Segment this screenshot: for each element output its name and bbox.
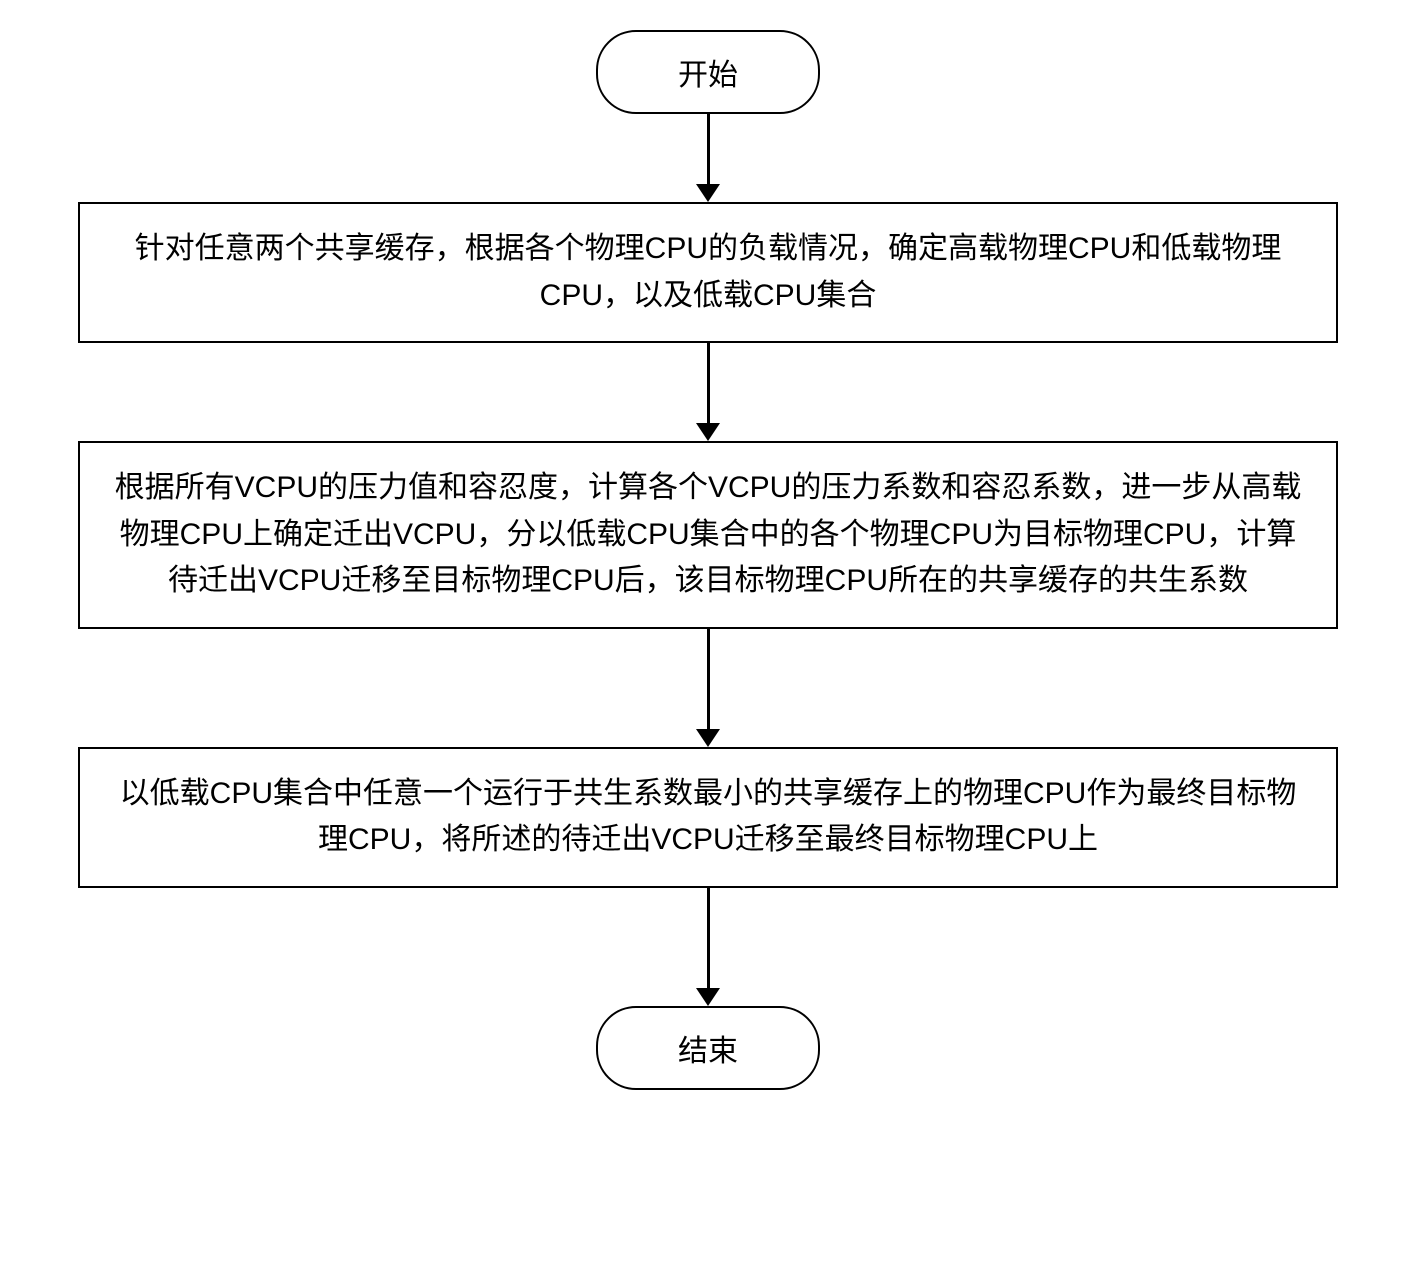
end-terminal: 结束 (596, 1006, 820, 1090)
process-text: 以低载CPU集合中任意一个运行于共生系数最小的共享缓存上的物理CPU作为最终目标… (120, 777, 1297, 857)
start-terminal: 开始 (596, 30, 820, 114)
arrow-head-icon (696, 988, 720, 1006)
arrow-3 (696, 629, 720, 747)
end-label: 结束 (678, 1035, 738, 1068)
arrow-line (707, 629, 710, 729)
arrow-line (707, 343, 710, 423)
flowchart-container: 开始 针对任意两个共享缓存，根据各个物理CPU的负载情况，确定高载物理CPU和低… (0, 0, 1416, 1090)
arrow-head-icon (696, 184, 720, 202)
start-label: 开始 (678, 59, 738, 92)
arrow-4 (696, 888, 720, 1006)
arrow-2 (696, 343, 720, 441)
process-text: 根据所有VCPU的压力值和容忍度，计算各个VCPU的压力系数和容忍系数，进一步从… (115, 471, 1302, 597)
arrow-head-icon (696, 729, 720, 747)
arrow-head-icon (696, 423, 720, 441)
process-step-2: 根据所有VCPU的压力值和容忍度，计算各个VCPU的压力系数和容忍系数，进一步从… (78, 441, 1338, 629)
process-text: 针对任意两个共享缓存，根据各个物理CPU的负载情况，确定高载物理CPU和低载物理… (135, 232, 1282, 312)
arrow-line (707, 114, 710, 184)
arrow-line (707, 888, 710, 988)
process-step-1: 针对任意两个共享缓存，根据各个物理CPU的负载情况，确定高载物理CPU和低载物理… (78, 202, 1338, 343)
arrow-1 (696, 114, 720, 202)
process-step-3: 以低载CPU集合中任意一个运行于共生系数最小的共享缓存上的物理CPU作为最终目标… (78, 747, 1338, 888)
